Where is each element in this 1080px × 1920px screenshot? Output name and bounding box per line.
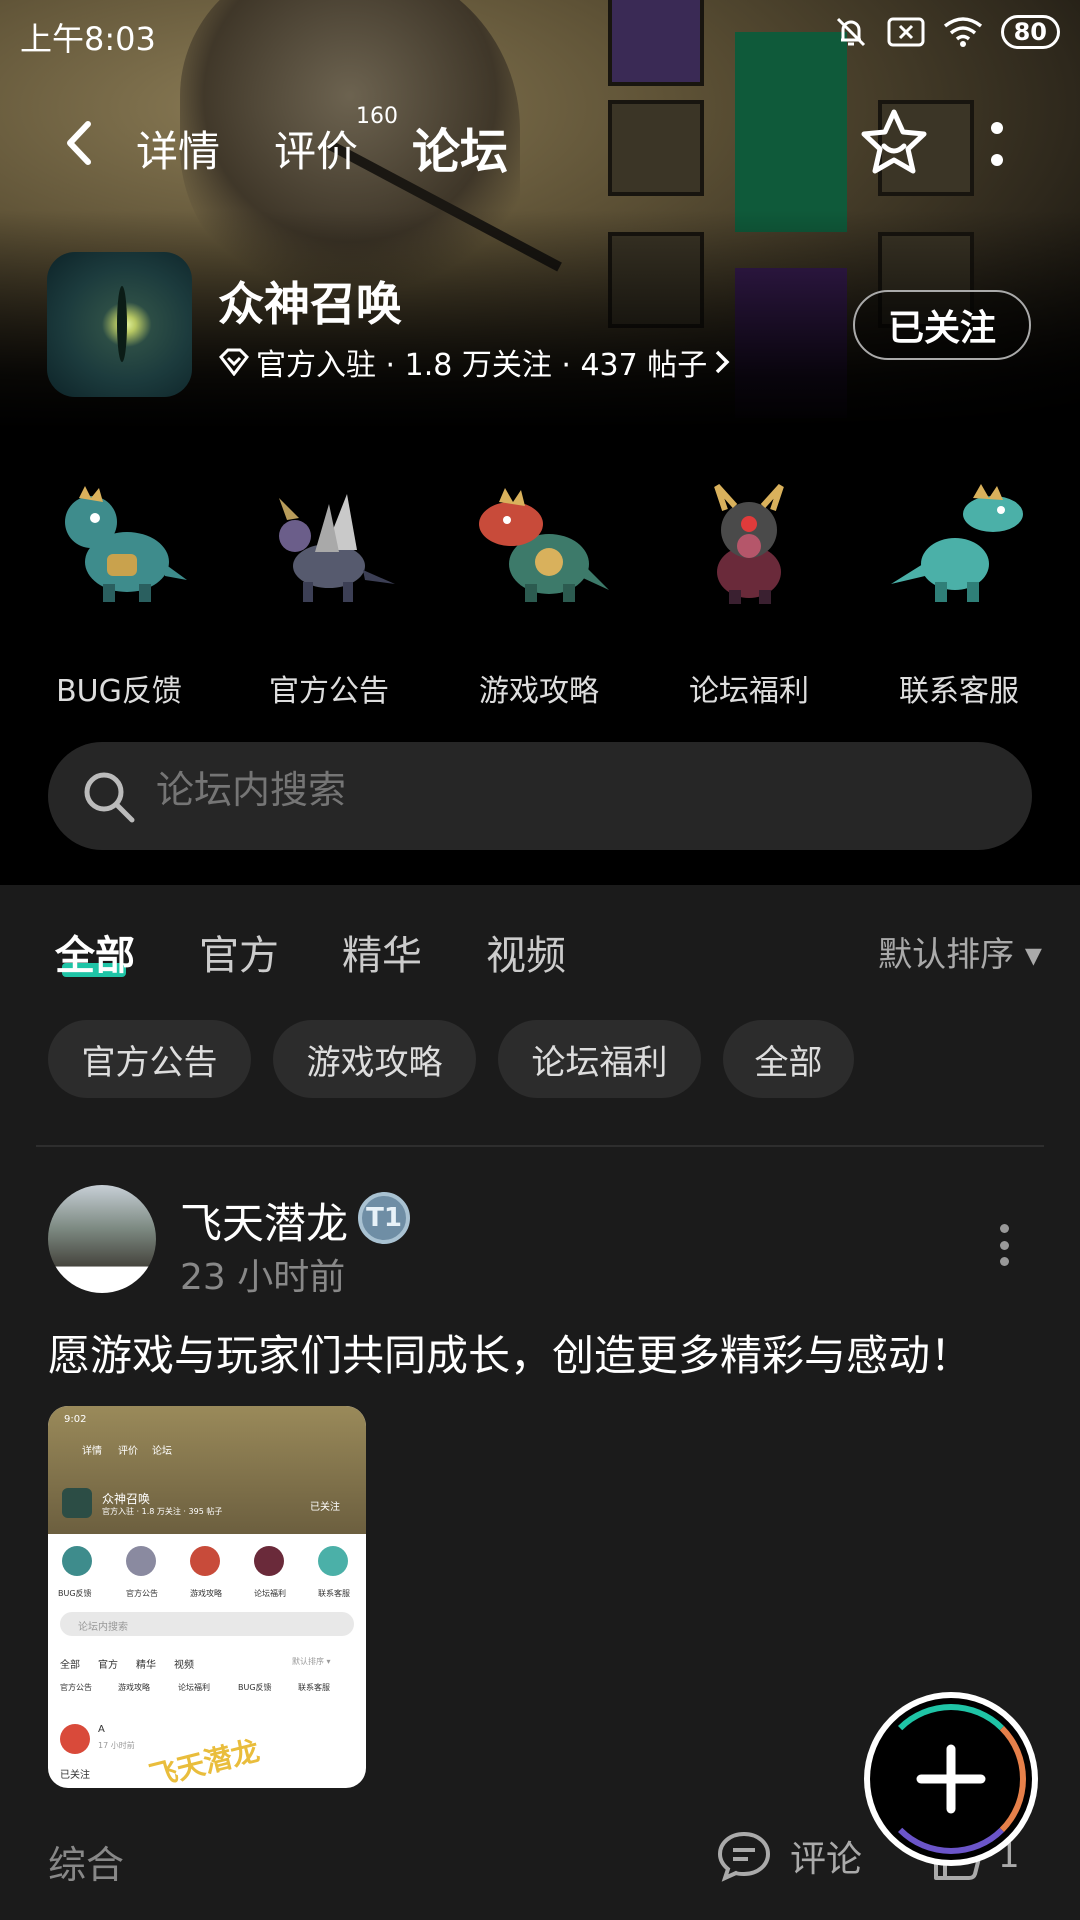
forum-categories: BUG反馈 官方公告 游戏攻略 论坛福利 联系客服 论坛内搜索: [0, 430, 1080, 885]
comment-button[interactable]: 评论: [716, 1830, 862, 1882]
category-label: 联系客服: [899, 674, 1019, 709]
category-label: 游戏攻略: [479, 674, 599, 709]
winged-dragon-icon: [279, 494, 395, 602]
tab-details[interactable]: 详情: [136, 118, 220, 179]
tab-featured[interactable]: 精华: [342, 923, 422, 981]
post-text[interactable]: 愿游戏与玩家们共同成长，创造更多精彩与感动！: [48, 1322, 972, 1383]
category-label: 官方公告: [269, 674, 389, 709]
favorite-star-icon[interactable]: [860, 108, 928, 178]
status-time: 上午8:03: [20, 20, 156, 58]
top-nav: 详情 评价 160 论坛: [0, 104, 1080, 182]
mute-bell-icon: [836, 17, 865, 47]
forum-search-bar[interactable]: [48, 742, 1032, 850]
game-stats: 官方入驻 · 1.8 万关注 · 437 帖子: [256, 348, 708, 383]
red-dragon-icon: [479, 488, 609, 602]
category-customer-service[interactable]: 联系客服: [874, 480, 1044, 710]
post-filter-tabs: 全部 官方 精华 视频 默认排序 ▾ 官方公告 游戏攻略 论坛福利 全部: [0, 885, 1080, 1145]
post-time: 23 小时前: [180, 1257, 346, 1298]
follow-button[interactable]: 已关注: [853, 290, 1031, 360]
search-icon: [84, 772, 135, 823]
status-bar: 上午8:03 80: [0, 0, 1080, 72]
create-post-button[interactable]: [870, 1698, 1032, 1860]
chip-game-guide[interactable]: 游戏攻略: [273, 1020, 476, 1098]
post-category-tag[interactable]: 综合: [48, 1834, 124, 1889]
game-icon: [47, 252, 192, 397]
thumbnail-watermark: 飞天潜龙: [146, 1733, 263, 1788]
tab-reviews-label: 评价: [274, 127, 359, 176]
section-divider: [36, 1145, 1044, 1147]
dragon-mascot-icon: [65, 486, 187, 602]
category-official-announcement[interactable]: 官方公告: [244, 480, 414, 710]
battery-indicator: 80: [1000, 15, 1060, 49]
wifi-icon: [943, 17, 982, 47]
sort-dropdown[interactable]: 默认排序 ▾: [878, 927, 1042, 976]
comment-bubble-icon: [717, 1831, 771, 1882]
tab-forum[interactable]: 论坛: [412, 112, 508, 182]
game-title: 众神召唤: [218, 277, 402, 331]
tab-reviews[interactable]: 评价 160: [274, 104, 398, 179]
chip-forum-benefits[interactable]: 论坛福利: [498, 1020, 701, 1098]
game-meta[interactable]: 官方入驻 · 1.8 万关注 · 437 帖子: [218, 340, 731, 384]
comment-label: 评论: [790, 1839, 863, 1880]
category-label: 论坛福利: [689, 674, 809, 709]
category-game-guide[interactable]: 游戏攻略: [454, 480, 624, 710]
sim-off-icon: [887, 17, 925, 47]
category-label: BUG反馈: [56, 674, 182, 709]
search-input[interactable]: [156, 770, 956, 813]
chip-all[interactable]: 全部: [723, 1020, 854, 1098]
category-bug-feedback[interactable]: BUG反馈: [34, 480, 204, 710]
tab-video[interactable]: 视频: [486, 923, 566, 981]
official-diamond-icon: [219, 348, 249, 376]
post-image-thumbnail[interactable]: 9:02 详情 评价 论坛 众神召唤 官方入驻 · 1.8 万关注 · 395 …: [48, 1406, 366, 1788]
author-avatar[interactable]: [48, 1185, 156, 1293]
more-options-icon[interactable]: [990, 122, 1004, 166]
review-count: 160: [356, 104, 399, 129]
teal-dinosaur-icon: [891, 484, 1023, 602]
author-name[interactable]: 飞天潜龙: [180, 1190, 348, 1251]
category-forum-benefits[interactable]: 论坛福利: [664, 480, 834, 710]
level-badge: T1: [358, 1192, 410, 1244]
horned-demon-icon: [714, 483, 784, 604]
chip-official-announcement[interactable]: 官方公告: [48, 1020, 251, 1098]
chevron-right-icon: [716, 350, 730, 374]
tab-official[interactable]: 官方: [199, 923, 279, 981]
back-arrow-icon[interactable]: [58, 118, 102, 168]
post-more-icon[interactable]: [1000, 1224, 1010, 1266]
tab-all[interactable]: 全部: [55, 923, 135, 981]
